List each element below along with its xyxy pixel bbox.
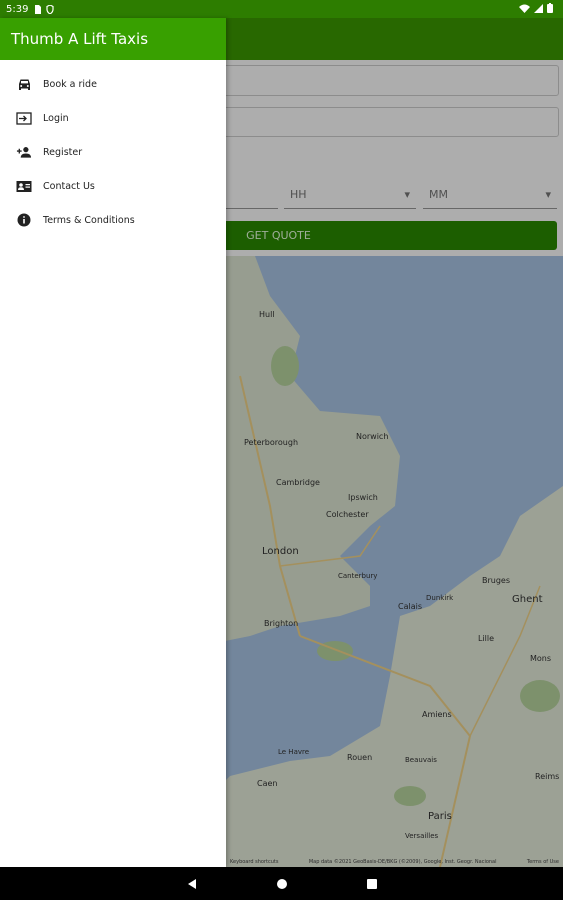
menu-item-contact-us[interactable]: Contact Us xyxy=(0,169,226,203)
menu-item-label: Terms & Conditions xyxy=(43,214,135,226)
cell-signal-icon xyxy=(534,3,543,13)
menu-item-label: Login xyxy=(43,112,69,124)
menu-item-register[interactable]: Register xyxy=(0,135,226,169)
menu-item-label: Register xyxy=(43,146,83,158)
menu-item-label: Contact Us xyxy=(43,180,95,192)
contact-card-icon xyxy=(16,179,32,193)
system-navigation-bar xyxy=(0,867,563,900)
menu-item-book-a-ride[interactable]: Book a ride xyxy=(0,67,226,101)
navigation-drawer: Thumb A Lift Taxis Book a ride Login Reg… xyxy=(0,18,226,867)
drawer-title: Thumb A Lift Taxis xyxy=(11,30,149,48)
login-icon xyxy=(16,111,32,125)
car-icon xyxy=(16,77,32,91)
status-bar: 5:39 xyxy=(0,0,563,18)
battery-icon xyxy=(547,3,553,13)
recents-icon[interactable] xyxy=(366,878,378,890)
info-icon xyxy=(16,213,32,227)
wifi-icon xyxy=(519,4,530,13)
menu-item-label: Book a ride xyxy=(43,78,97,90)
status-time: 5:39 xyxy=(6,3,29,15)
sim-card-icon xyxy=(35,4,42,14)
home-icon[interactable] xyxy=(276,878,288,890)
drawer-menu: Book a ride Login Register Contact Us Te… xyxy=(0,67,226,237)
menu-item-terms-and-conditions[interactable]: Terms & Conditions xyxy=(0,203,226,237)
drawer-header: Thumb A Lift Taxis xyxy=(0,18,226,60)
menu-item-login[interactable]: Login xyxy=(0,101,226,135)
shield-icon xyxy=(46,4,55,14)
back-icon[interactable] xyxy=(186,878,198,890)
person-add-icon xyxy=(16,145,32,159)
